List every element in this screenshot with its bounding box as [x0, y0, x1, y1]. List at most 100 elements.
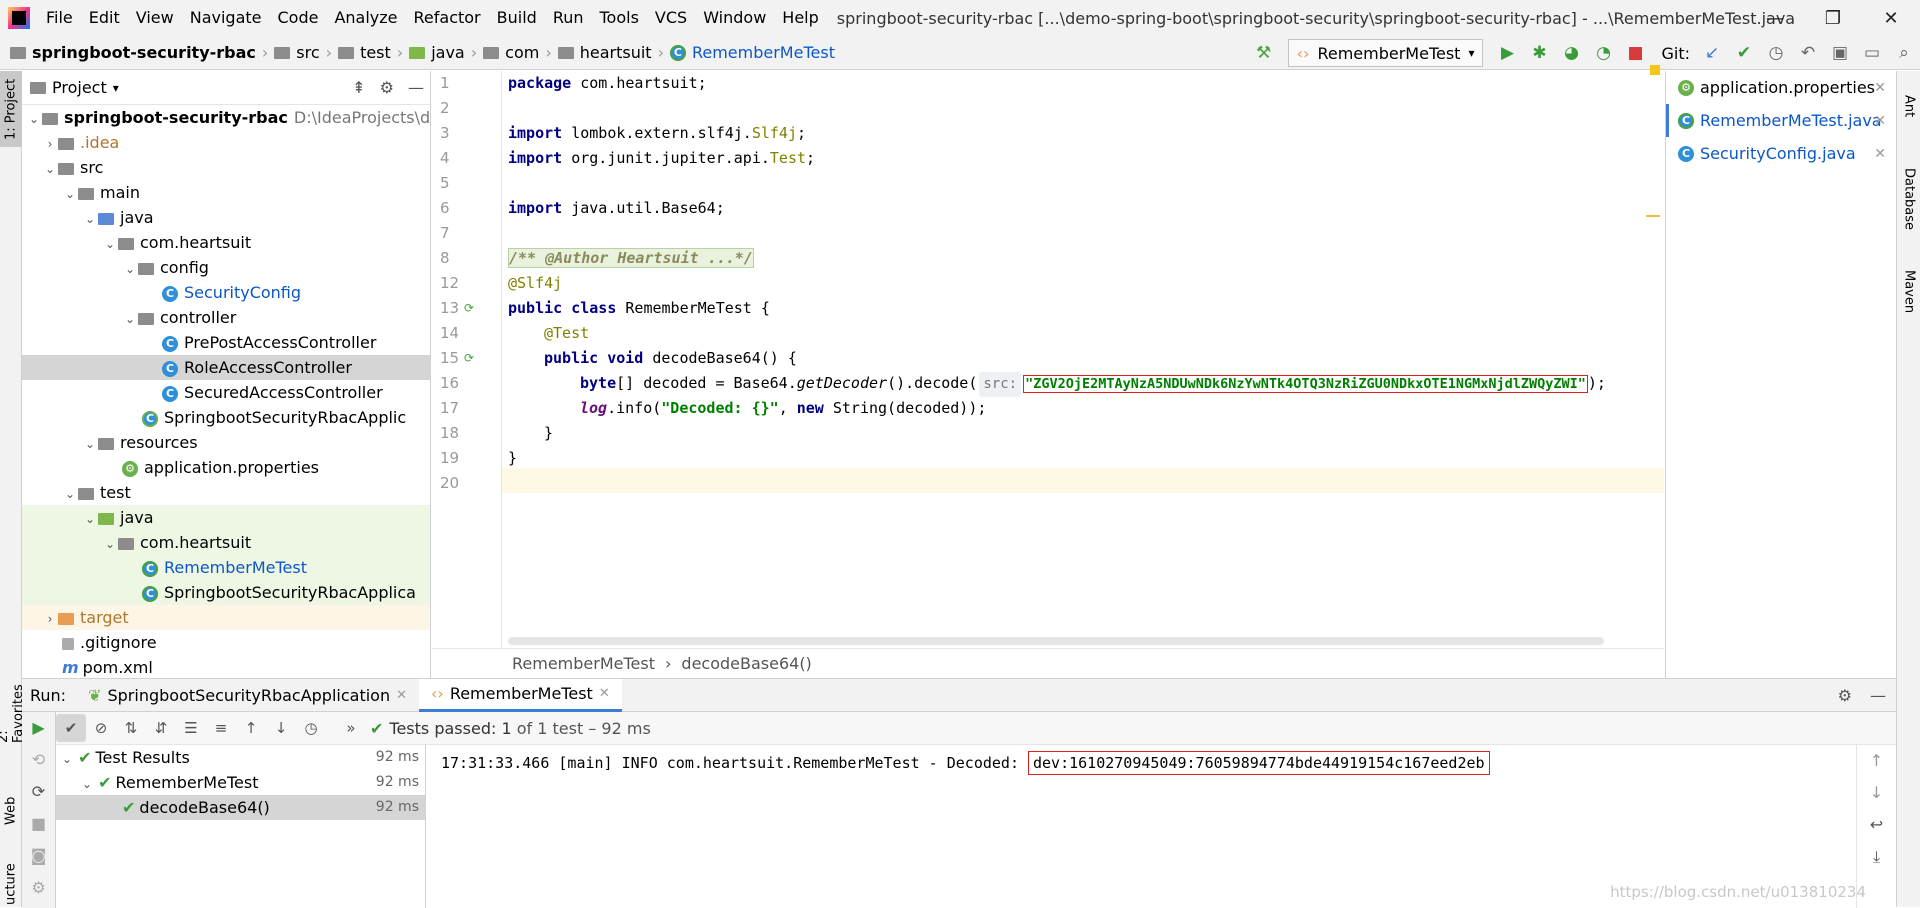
tree-item-app-properties[interactable]: ⚙ application.properties	[22, 455, 430, 480]
scroll-down-icon[interactable]: ↓	[1857, 777, 1896, 809]
git-rollback-icon[interactable]: ↶	[1792, 36, 1824, 70]
sort-duration-icon[interactable]: ⇵	[146, 714, 176, 742]
web-tool-tab[interactable]: Web	[0, 791, 22, 831]
open-file-item[interactable]: C SecurityConfig.java ✕	[1666, 137, 1896, 170]
tree-item-app-main[interactable]: C SpringbootSecurityRbacApplic	[22, 405, 430, 430]
collapse-all-icon[interactable]: ≡	[206, 714, 236, 742]
project-panel-title[interactable]: Project	[52, 78, 107, 97]
hide-panel-icon[interactable]: —	[408, 78, 424, 97]
crumb-project[interactable]: springboot-security-rbac	[32, 43, 256, 62]
tree-item-main-java[interactable]: ⌄ java	[22, 205, 430, 230]
tree-item-main[interactable]: ⌄ main	[22, 180, 430, 205]
search-everywhere-icon[interactable]: ⌕	[1888, 36, 1920, 70]
tree-item-remembermetest[interactable]: C RememberMeTest	[22, 555, 430, 580]
rerun-icon[interactable]: ▶	[22, 712, 55, 744]
menu-code[interactable]: Code	[270, 0, 327, 36]
structure-tool-tab[interactable]: ucture	[0, 861, 22, 907]
debug-icon[interactable]: ✱	[1523, 36, 1555, 70]
scroll-to-end-icon[interactable]: ⤓	[1857, 841, 1896, 873]
folded-javadoc[interactable]: /** @Author Heartsuit ...*/	[508, 248, 754, 268]
scroll-up-icon[interactable]: ↑	[1857, 745, 1896, 777]
run-icon[interactable]: ▶	[1491, 36, 1523, 70]
tree-item-config[interactable]: ⌄ config	[22, 255, 430, 280]
close-icon[interactable]: ✕	[599, 686, 610, 701]
settings-icon[interactable]: ⚙	[22, 872, 55, 904]
test-node-method[interactable]: ✔ decodeBase64() 92 ms	[56, 795, 425, 820]
menu-help[interactable]: Help	[774, 0, 826, 36]
menu-tools[interactable]: Tools	[592, 0, 647, 36]
menu-analyze[interactable]: Analyze	[326, 0, 405, 36]
tree-item-target[interactable]: › target	[22, 605, 430, 630]
stop-icon[interactable]: ■	[22, 808, 55, 840]
menu-file[interactable]: File	[38, 0, 81, 36]
menu-build[interactable]: Build	[489, 0, 545, 36]
menu-refactor[interactable]: Refactor	[406, 0, 489, 36]
tree-item-test-java[interactable]: ⌄ java	[22, 505, 430, 530]
close-icon[interactable]: ✕	[1874, 80, 1886, 96]
crumb-com[interactable]: com	[505, 43, 539, 62]
crumb-class[interactable]: RememberMeTest	[692, 43, 835, 62]
editor-crumb-method[interactable]: decodeBase64()	[681, 654, 811, 673]
maven-tool-tab[interactable]: Maven	[1897, 257, 1920, 327]
next-test-icon[interactable]: ↓	[266, 714, 296, 742]
show-passed-icon[interactable]: ✔	[56, 714, 86, 742]
menu-navigate[interactable]: Navigate	[182, 0, 270, 36]
tree-item-test-package[interactable]: ⌄ com.heartsuit	[22, 530, 430, 555]
run-tab-application[interactable]: ❦ SpringbootSecurityRbacApplication ✕	[76, 679, 419, 712]
crumb-heartsuit[interactable]: heartsuit	[580, 43, 652, 62]
run-test-class-gutter-icon[interactable]: ⟳	[464, 301, 480, 317]
crumb-src[interactable]: src	[296, 43, 319, 62]
close-icon[interactable]: ✕	[1874, 113, 1886, 129]
run-tab-test[interactable]: ‹› RememberMeTest ✕	[419, 678, 622, 712]
rerun-failed-icon[interactable]: ⟲	[22, 744, 55, 776]
warning-marker-icon[interactable]	[1650, 65, 1660, 75]
presentation-icon[interactable]: ▭	[1856, 36, 1888, 70]
tree-item-resources[interactable]: ⌄ resources	[22, 430, 430, 455]
line-marker[interactable]	[1646, 215, 1660, 217]
run-configuration-select[interactable]: ‹› RememberMeTest ▾	[1287, 39, 1484, 67]
open-file-item[interactable]: ⚙ application.properties ✕	[1666, 71, 1896, 104]
close-window-icon[interactable]: ✕	[1862, 0, 1920, 36]
previous-test-icon[interactable]: ↑	[236, 714, 266, 742]
close-icon[interactable]: ✕	[1874, 146, 1886, 162]
show-ignored-icon[interactable]: ⊘	[86, 714, 116, 742]
screenshot-icon[interactable]: ◙	[22, 840, 55, 872]
hide-panel-icon[interactable]: —	[1870, 686, 1886, 705]
test-node-results[interactable]: ⌄ ✔ Test Results 92 ms	[56, 745, 425, 770]
tree-item-roleaccess[interactable]: C RoleAccessController	[22, 355, 430, 380]
chevron-down-icon[interactable]: ▾	[113, 81, 119, 95]
database-tool-tab[interactable]: Database	[1897, 151, 1920, 247]
restore-icon[interactable]: ❐	[1804, 0, 1862, 36]
code-area[interactable]: package com.heartsuit; import lombok.ext…	[508, 71, 1664, 648]
tree-item-test[interactable]: ⌄ test	[22, 480, 430, 505]
menu-window[interactable]: Window	[695, 0, 774, 36]
test-history-icon[interactable]: ◷	[296, 714, 326, 742]
profile-icon[interactable]: ◔	[1587, 36, 1619, 70]
editor-crumb-class[interactable]: RememberMeTest	[512, 654, 655, 673]
stop-icon[interactable]: ■	[1619, 36, 1651, 70]
git-history-icon[interactable]: ◷	[1760, 36, 1792, 70]
toggle-auto-test-icon[interactable]: ⟳	[22, 776, 55, 808]
more-icon[interactable]: »	[336, 714, 366, 742]
tree-item-root[interactable]: ⌄ springboot-security-rbac D:\IdeaProjects…	[22, 105, 430, 130]
gear-icon[interactable]: ⚙	[1838, 686, 1852, 705]
menu-view[interactable]: View	[128, 0, 182, 36]
tree-item-securityconfig[interactable]: C SecurityConfig	[22, 280, 430, 305]
tree-item-prepost[interactable]: C PrePostAccessController	[22, 330, 430, 355]
test-node-class[interactable]: ⌄ ✔ RememberMeTest 92 ms	[56, 770, 425, 795]
run-test-method-gutter-icon[interactable]: ⟳	[464, 351, 480, 367]
tree-item-pom[interactable]: m pom.xml	[22, 655, 430, 678]
expand-all-icon[interactable]: ☰	[176, 714, 206, 742]
menu-run[interactable]: Run	[545, 0, 592, 36]
favorites-tool-tab[interactable]: 2: Favorites	[0, 677, 26, 743]
tree-item-app-test[interactable]: C SpringbootSecurityRbacApplica	[22, 580, 430, 605]
tree-item-controller[interactable]: ⌄ controller	[22, 305, 430, 330]
ant-tool-tab[interactable]: Ant	[1897, 81, 1920, 131]
soft-wrap-icon[interactable]: ↩	[1857, 809, 1896, 841]
collapse-all-icon[interactable]: ⇞	[352, 78, 365, 97]
menu-edit[interactable]: Edit	[81, 0, 128, 36]
crumb-test[interactable]: test	[360, 43, 391, 62]
tree-item-src[interactable]: ⌄ src	[22, 155, 430, 180]
git-commit-icon[interactable]: ✔	[1728, 36, 1760, 70]
project-tool-tab[interactable]: 1: Project	[0, 71, 22, 147]
